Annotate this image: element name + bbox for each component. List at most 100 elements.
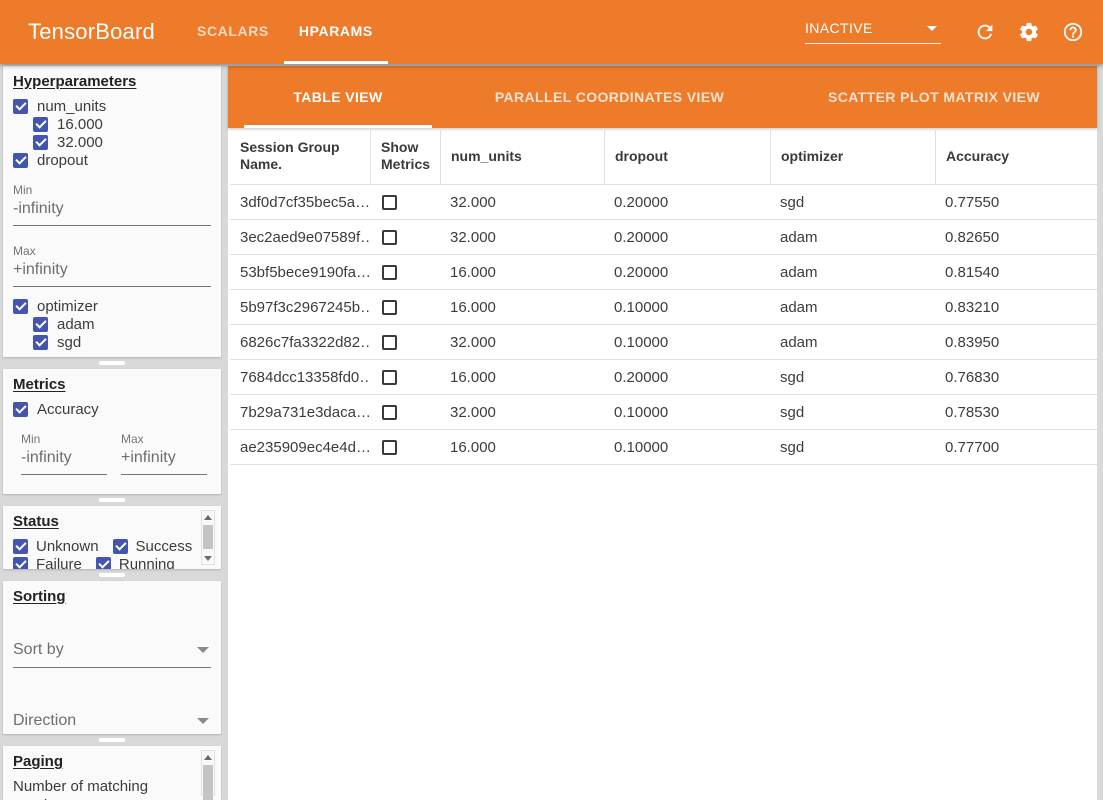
col-optimizer[interactable]: optimizer — [770, 128, 935, 184]
checkbox-label: Accuracy — [37, 401, 99, 418]
optimizer-value: sgd — [770, 185, 935, 219]
status-unknown-checkbox[interactable] — [13, 539, 28, 554]
hyperparameters-heading: Hyperparameters — [13, 73, 211, 90]
accuracy-checkbox[interactable] — [13, 402, 28, 417]
optimizer-value: adam — [770, 290, 935, 324]
dropout-checkbox[interactable] — [13, 153, 28, 168]
sort-by-select[interactable]: Sort by — [13, 641, 211, 668]
optimizer-value: sgd — [770, 360, 935, 394]
sgd-checkbox[interactable] — [33, 335, 48, 350]
table-row[interactable]: 53bf5bece9190fa… 16.000 0.20000 adam 0.8… — [230, 255, 1097, 290]
content: Hyperparameters num_units 16.000 32.000 … — [0, 64, 1103, 800]
help-icon[interactable] — [1061, 20, 1085, 44]
refresh-icon[interactable] — [973, 20, 997, 44]
tab-hparams[interactable]: HPARAMS — [284, 0, 388, 64]
show-metrics-checkbox[interactable] — [382, 405, 397, 420]
num-units-value: 32.000 — [440, 395, 604, 429]
session-group-name: 7684dcc13358fd0… — [230, 360, 370, 394]
optimizer-value: adam — [770, 220, 935, 254]
table-row[interactable]: 5b97f3c2967245b… 16.000 0.10000 adam 0.8… — [230, 290, 1097, 325]
num-units-checkbox[interactable] — [13, 99, 28, 114]
sidebar: Hyperparameters num_units 16.000 32.000 … — [3, 66, 221, 800]
checkbox-label: Success — [136, 538, 193, 555]
hparam-value-row: adam — [13, 315, 211, 333]
direction-select[interactable]: Direction — [13, 712, 211, 734]
table-row[interactable]: ae235909ec4e4d… 16.000 0.10000 sgd 0.777… — [230, 430, 1097, 465]
tab-parallel-coordinates-view[interactable]: PARALLEL COORDINATES VIEW — [448, 66, 771, 128]
show-metrics-checkbox[interactable] — [382, 370, 397, 385]
col-num-units[interactable]: num_units — [440, 128, 604, 184]
col-accuracy[interactable]: Accuracy — [935, 128, 1097, 184]
table-row[interactable]: 3df0d7cf35bec5a… 32.000 0.20000 sgd 0.77… — [230, 185, 1097, 220]
status-success-checkbox[interactable] — [113, 539, 128, 554]
metrics-panel: Metrics Accuracy Min -infinity Max +infi… — [3, 369, 221, 494]
panel-resize-divider[interactable] — [3, 494, 221, 506]
accuracy-value: 0.77700 — [935, 430, 1097, 464]
show-metrics-checkbox[interactable] — [382, 335, 397, 350]
status-failure-checkbox[interactable] — [13, 557, 28, 570]
scrollbar-thumb[interactable] — [203, 525, 213, 549]
tab-scalars[interactable]: SCALARS — [182, 0, 284, 64]
app-title: TensorBoard — [28, 19, 155, 45]
table-row[interactable]: 7b29a731e3daca… 32.000 0.10000 sgd 0.785… — [230, 395, 1097, 430]
status-running-checkbox[interactable] — [96, 557, 111, 570]
header-actions: INACTIVE — [805, 0, 1085, 64]
num-units-value: 16.000 — [440, 430, 604, 464]
drag-handle[interactable] — [99, 573, 125, 577]
col-session-group-name[interactable]: Session Group Name. — [230, 128, 370, 184]
dropout-max-input[interactable]: +infinity — [13, 258, 211, 287]
sorting-heading: Sorting — [13, 588, 211, 605]
session-group-name: 53bf5bece9190fa… — [230, 255, 370, 289]
optimizer-value: adam — [770, 255, 935, 289]
table-row[interactable]: 3ec2aed9e07589f… 32.000 0.20000 adam 0.8… — [230, 220, 1097, 255]
dropout-value: 0.10000 — [604, 325, 770, 359]
accuracy-value: 0.81540 — [935, 255, 1097, 289]
status-scrollbar[interactable] — [201, 510, 215, 565]
accuracy-min-input[interactable]: -infinity — [21, 446, 107, 475]
optimizer-checkbox[interactable] — [13, 299, 28, 314]
table-row[interactable]: 6826c7fa3322d82… 32.000 0.10000 adam 0.8… — [230, 325, 1097, 360]
status-checkbox-grid: Unknown Success Failure Running — [13, 537, 211, 569]
scrollbar-thumb[interactable] — [203, 765, 213, 800]
show-metrics-checkbox[interactable] — [382, 230, 397, 245]
show-metrics-checkbox[interactable] — [382, 440, 397, 455]
dropout-value: 0.20000 — [604, 255, 770, 289]
value-32-checkbox[interactable] — [33, 135, 48, 150]
drag-handle[interactable] — [99, 498, 125, 502]
panel-resize-divider[interactable] — [3, 357, 221, 369]
status-panel: Status Unknown Success Failure Running — [3, 506, 221, 569]
optimizer-value: adam — [770, 325, 935, 359]
panel-resize-divider[interactable] — [3, 734, 221, 746]
drag-handle[interactable] — [99, 738, 125, 742]
tab-table-view[interactable]: TABLE VIEW — [228, 66, 448, 128]
scroll-up-icon[interactable] — [202, 751, 214, 763]
chevron-down-icon — [197, 647, 209, 653]
session-group-name: 5b97f3c2967245b… — [230, 290, 370, 324]
scroll-down-icon[interactable] — [202, 552, 214, 564]
paging-scrollbar[interactable] — [201, 750, 215, 796]
table-row[interactable]: 7684dcc13358fd0… 16.000 0.20000 sgd 0.76… — [230, 360, 1097, 395]
drag-handle[interactable] — [99, 361, 125, 365]
run-status-select[interactable]: INACTIVE — [805, 20, 941, 44]
hparam-row: optimizer — [13, 297, 211, 315]
paging-heading: Paging — [13, 753, 211, 770]
value-16-checkbox[interactable] — [33, 117, 48, 132]
dropout-value: 0.20000 — [604, 360, 770, 394]
show-metrics-checkbox[interactable] — [382, 195, 397, 210]
scroll-up-icon[interactable] — [202, 511, 214, 523]
num-units-value: 16.000 — [440, 255, 604, 289]
session-group-name: ae235909ec4e4d… — [230, 430, 370, 464]
tab-scatter-plot-matrix-view[interactable]: SCATTER PLOT MATRIX VIEW — [771, 66, 1097, 128]
panel-resize-divider[interactable] — [3, 569, 221, 581]
hparams-main: TABLE VIEW PARALLEL COORDINATES VIEW SCA… — [228, 66, 1097, 800]
show-metrics-checkbox[interactable] — [382, 265, 397, 280]
hparam-row: num_units — [13, 97, 211, 115]
adam-checkbox[interactable] — [33, 317, 48, 332]
dropout-value: 0.10000 — [604, 290, 770, 324]
dropout-min-input[interactable]: -infinity — [13, 197, 211, 226]
show-metrics-checkbox[interactable] — [382, 300, 397, 315]
app-header: TensorBoard SCALARS HPARAMS INACTIVE — [0, 0, 1103, 64]
accuracy-max-input[interactable]: +infinity — [121, 446, 207, 475]
gear-icon[interactable] — [1017, 20, 1041, 44]
col-dropout[interactable]: dropout — [604, 128, 770, 184]
